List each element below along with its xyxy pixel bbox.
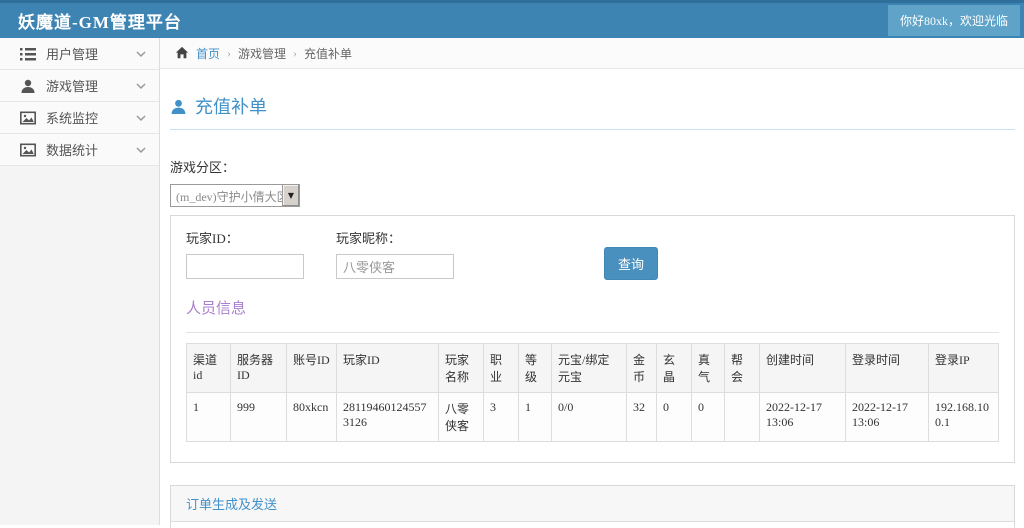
column-header: 玩家ID [336,343,439,393]
table-cell: 0/0 [551,392,627,442]
page-wrapper: 用户管理 游戏管理 系统监控 数据统计 首页 › 游戏管理 › 充值补单 充值补… [0,38,1024,528]
zone-select-label: 游戏分区： [170,160,236,175]
breadcrumb: 首页 › 游戏管理 › 充值补单 [160,38,1024,69]
search-fields-row: 玩家ID： 玩家昵称： 查询 [186,228,999,280]
app-title: 妖魔道-GM管理平台 [18,13,182,32]
table-cell: 281194601245573126 [336,392,439,442]
sidebar: 用户管理 游戏管理 系统监控 数据统计 [0,38,160,525]
main-area: 首页 › 游戏管理 › 充值补单 充值补单 游戏分区： (m_dev)守护小倩大… [160,38,1024,528]
zone-select[interactable]: (m_dev)守护小倩大区 ▼ [170,184,300,207]
dropdown-arrow-icon[interactable]: ▼ [282,185,299,206]
player-id-label: 玩家ID： [186,231,239,246]
user-icon [170,98,187,115]
column-header: 金币 [626,343,657,393]
column-header: 服务器ID [230,343,287,393]
table-cell: 32 [626,392,657,442]
page-title-text: 充值补单 [195,97,267,117]
title-divider [170,129,1015,130]
nickname-input[interactable] [336,254,454,279]
column-header: 职业 [483,343,519,393]
sidebar-item-user-management[interactable]: 用户管理 [0,38,159,70]
column-header: 创建时间 [759,343,846,393]
image-icon [20,110,36,126]
player-id-input[interactable] [186,254,304,279]
section-divider [186,332,999,333]
table-cell: 2022-12-17 13:06 [845,392,929,442]
player-table: 渠道id 服务器ID 账号ID 玩家ID 玩家名称 职业 等级 元宝/绑定元宝 金币 玄晶 真气 帮会… [186,343,999,442]
column-header: 帮会 [724,343,760,393]
breadcrumb-separator: › [293,45,298,60]
chevron-down-icon [135,80,147,92]
sidebar-item-system-monitor[interactable]: 系统监控 [0,102,159,134]
table-cell: 80xkcn [286,392,337,442]
column-header: 玩家名称 [438,343,484,393]
breadcrumb-item-current: 充值补单 [304,46,353,61]
column-header: 元宝/绑定元宝 [551,343,627,393]
order-panel: 订单生成及发送 订单 [170,485,1015,528]
column-header: 账号ID [286,343,337,393]
table-cell: 1 [186,392,231,442]
chevron-down-icon [135,144,147,156]
image-icon [20,142,36,158]
player-info-section-title: 人员信息 [186,301,247,317]
column-header: 渠道id [186,343,231,393]
search-button[interactable]: 查询 [604,247,659,280]
zone-select-value: (m_dev)守护小倩大区 [176,190,282,204]
sidebar-item-label: 系统监控 [46,111,99,126]
list-icon [20,46,36,62]
table-cell: 2022-12-17 13:06 [759,392,846,442]
top-header-bar: 妖魔道-GM管理平台 你好80xk，欢迎光临 [0,0,1024,38]
content: 充值补单 游戏分区： (m_dev)守护小倩大区 ▼ 玩家ID： 玩家昵称： 八… [160,93,1024,528]
order-panel-body: 订单 [171,522,1014,528]
home-icon [175,46,189,60]
column-header: 等级 [518,343,552,393]
sidebar-item-label: 游戏管理 [46,79,99,94]
table-header-row: 渠道id 服务器ID 账号ID 玩家ID 玩家名称 职业 等级 元宝/绑定元宝 金币 玄晶 真气 帮会… [186,343,999,393]
chevron-down-icon [135,48,147,60]
table-cell: 192.168.100.1 [928,392,999,442]
table-cell: 0 [691,392,725,442]
sidebar-item-label: 用户管理 [46,47,99,62]
breadcrumb-link-home[interactable]: 首页 [196,45,220,62]
nickname-label: 玩家昵称： [336,231,402,246]
welcome-badge[interactable]: 你好80xk，欢迎光临 [887,5,1020,36]
table-row: 1 999 80xkcn 281194601245573126 八零侠客 3 1 0/0 32 0… [186,392,999,442]
player-id-field-group: 玩家ID： [186,228,304,279]
chevron-down-icon [135,112,147,124]
sidebar-item-label: 数据统计 [46,143,99,158]
column-header: 登录IP [928,343,999,393]
breadcrumb-separator: › [227,45,232,60]
nickname-field-group: 玩家昵称： [336,228,454,279]
column-header: 真气 [691,343,725,393]
user-icon [20,78,36,94]
player-search-panel: 玩家ID： 玩家昵称： 查询 人员信息 渠道id服务器ID账号ID玩家ID玩家名… [170,215,1015,463]
table-cell: 999 [230,392,287,442]
breadcrumb-item-game-management: 游戏管理 [238,46,287,61]
page-title: 充值补单 [170,93,1015,119]
table-cell: 0 [656,392,692,442]
column-header: 玄晶 [656,343,692,393]
column-header: 登录时间 [845,343,929,393]
sidebar-item-data-statistics[interactable]: 数据统计 [0,134,159,166]
order-panel-header[interactable]: 订单生成及发送 [171,486,1014,522]
table-cell: 1 [518,392,552,442]
sidebar-item-game-management[interactable]: 游戏管理 [0,70,159,102]
table-cell [724,392,760,442]
table-cell: 3 [483,392,519,442]
table-cell: 八零侠客 [438,392,484,442]
